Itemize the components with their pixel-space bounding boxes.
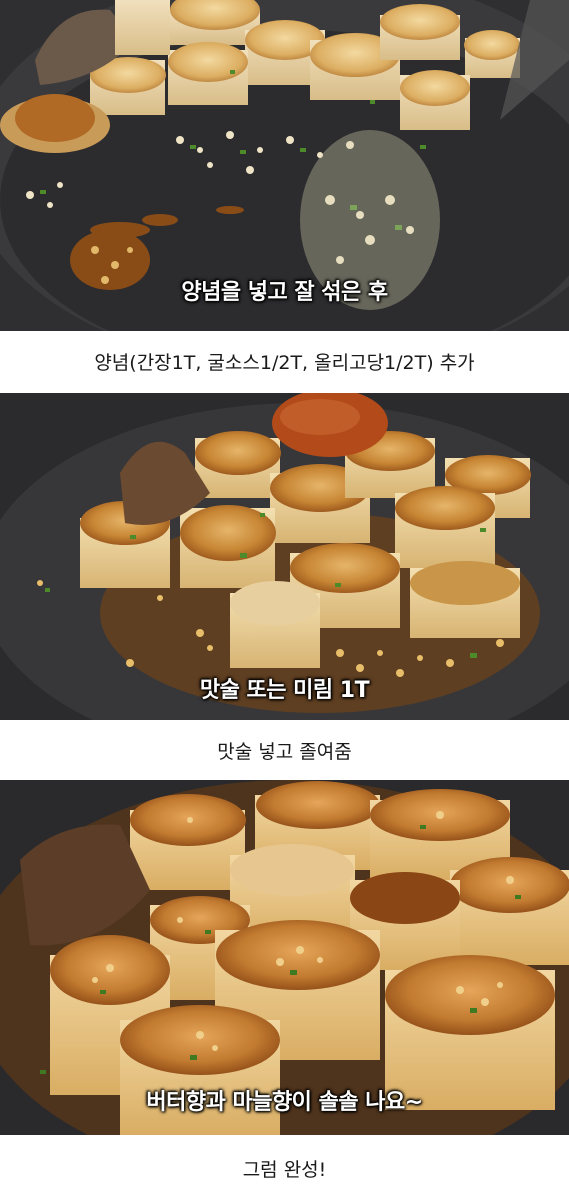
photo-pan-finished [0,780,569,1135]
caption-2: 맛술 넣고 졸여줌 [217,741,352,763]
photo-panel-2: 맛술 또는 미림 1T [0,393,569,720]
overlay-subtitle-3: 버터향과 마늘향이 솔솔 나요~ [146,1090,423,1115]
overlay-subtitle-1: 양념을 넣고 잘 섞은 후 [181,280,388,305]
photo-panel-3: 버터향과 마늘향이 솔솔 나요~ [0,780,569,1135]
caption-3: 그럼 완성! [242,1159,327,1181]
caption-1: 양념(간장1T, 굴소스1/2T, 올리고당1/2T) 추가 [94,352,475,374]
photo-panel-1: 양념을 넣고 잘 섞은 후 [0,0,569,331]
overlay-subtitle-2: 맛술 또는 미림 1T [199,678,370,703]
photo-pan-mirin [0,393,569,720]
